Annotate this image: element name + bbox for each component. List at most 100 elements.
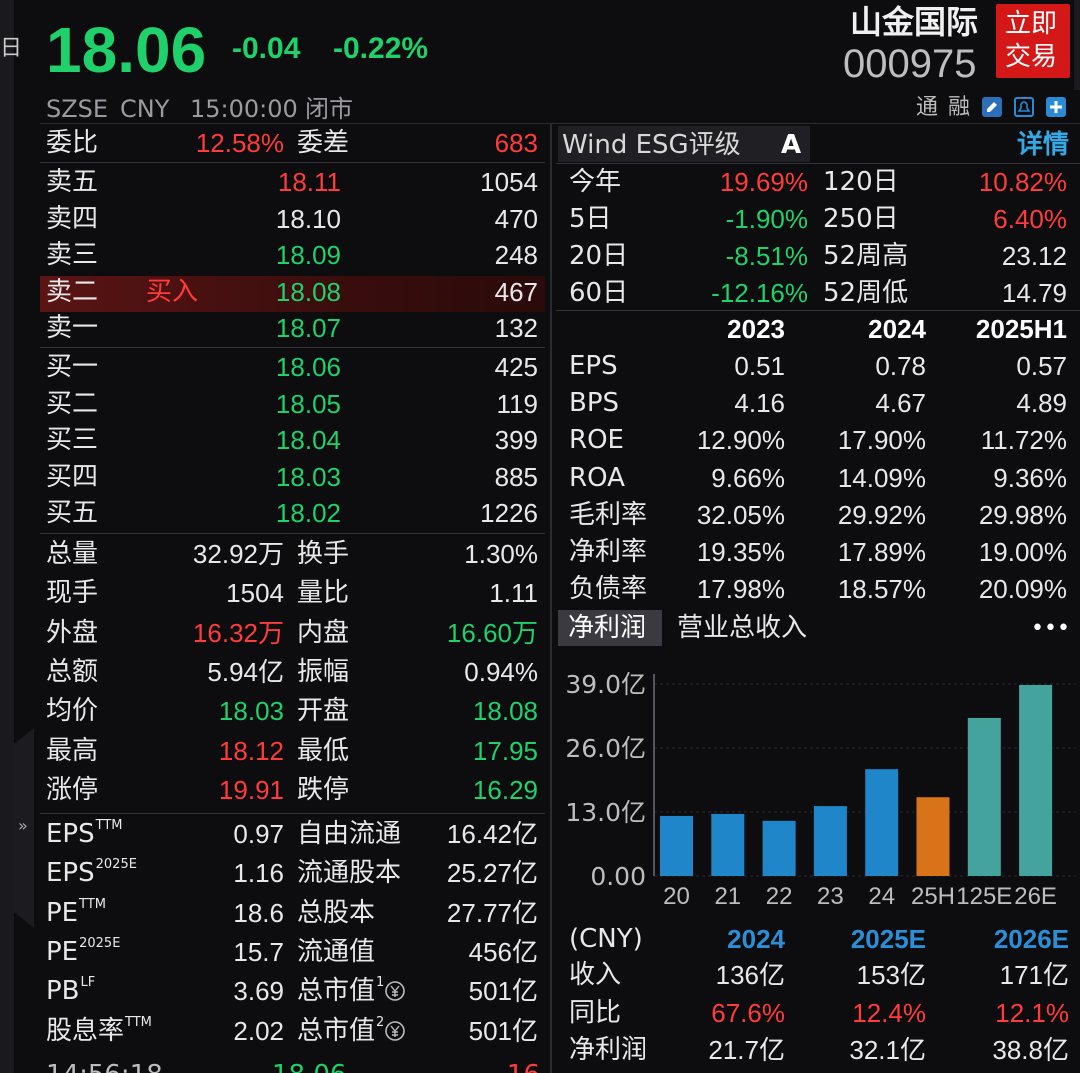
return-label: 今年 <box>569 167 622 197</box>
bar-23[interactable] <box>813 806 847 876</box>
stat-label: 涨停 <box>46 774 99 805</box>
stat-label: 总额 <box>46 656 99 687</box>
expand-icon[interactable]: » <box>18 818 28 834</box>
tag-tong: 通 <box>916 95 939 120</box>
valuation-value: 501亿 <box>468 976 538 1007</box>
market-status: 闭市 <box>305 95 353 123</box>
bid-volume: 425 <box>494 352 538 382</box>
bar-25H1[interactable] <box>916 797 950 876</box>
valuation-value: 0.97 <box>233 819 284 849</box>
return-value: 10.82% <box>978 167 1067 197</box>
valuation-label-text: 流通值 <box>297 936 376 967</box>
valuation-label-text: EPS <box>46 858 95 889</box>
trade-now-button[interactable]: 立即 交易 <box>996 4 1070 78</box>
valuation-label-superscript: 2025E <box>79 935 121 951</box>
order-ratio-value: 12.58% <box>195 128 284 158</box>
header-divider <box>40 123 1080 124</box>
stat-label: 换手 <box>297 539 350 569</box>
x-tick-label: 23 <box>817 883 844 910</box>
bar-26E[interactable] <box>1019 684 1053 876</box>
valuation-label: EPS2025E <box>46 857 137 889</box>
stat-value: 16.29 <box>472 774 538 805</box>
return-label: 60日 <box>569 278 629 308</box>
fin-cell: 0.78 <box>875 351 926 381</box>
tab-net-profit-label[interactable]: 净利润 <box>568 615 646 641</box>
ask-price: 18.09 <box>275 240 341 270</box>
add-watchlist-icon[interactable] <box>1046 97 1066 117</box>
stat-value: 17.95 <box>472 735 538 766</box>
fin-year-header: 2025H1 <box>975 314 1067 344</box>
stat-label: 总量 <box>46 539 99 569</box>
divider <box>40 347 545 348</box>
bid-price: 18.05 <box>275 388 341 419</box>
y-tick-label: 39.0亿 <box>565 670 646 699</box>
trade-now-line1: 立即 <box>1005 9 1058 39</box>
return-value: 19.69% <box>719 167 808 197</box>
divider <box>40 813 545 814</box>
valuation-label: PBLF <box>46 975 96 1004</box>
valuation-label-text: PE <box>46 936 79 967</box>
fin-cell: 29.98% <box>978 499 1067 530</box>
stat-label: 开盘 <box>297 696 350 727</box>
fin-cell: 11.72% <box>980 425 1067 456</box>
bar-25E[interactable] <box>967 717 1001 876</box>
fin-cell: 4.89 <box>1016 388 1067 419</box>
bar-24[interactable] <box>865 769 899 876</box>
x-tick-label: 125E <box>956 883 1012 910</box>
ask-level-label: 卖一 <box>46 313 99 343</box>
currency-circle-icon[interactable] <box>384 976 406 1006</box>
fin-row-label: EPS <box>569 351 618 381</box>
valuation-value: 15.7 <box>233 936 284 967</box>
tab-revenue[interactable]: 营业总收入 <box>677 615 807 641</box>
stat-label: 均价 <box>46 696 99 727</box>
stat-value: 19.91 <box>218 774 284 805</box>
price-change-pct: -0.22% <box>333 32 429 65</box>
more-options-icon[interactable]: ••• <box>1031 618 1070 640</box>
esg-grade: A <box>781 130 802 160</box>
bid-price: 18.04 <box>275 425 341 455</box>
valuation-label: PETTM <box>46 898 106 926</box>
bar-22[interactable] <box>762 820 796 876</box>
tick-price: 18.06 <box>272 1062 346 1073</box>
bid-level-label: 买三 <box>46 425 99 455</box>
valuation-label: 流通值 <box>297 939 375 965</box>
valuation-label: EPSTTM <box>46 819 123 847</box>
x-tick-label: 24 <box>868 883 895 910</box>
ask-price: 18.08 <box>275 276 341 307</box>
stat-value: 18.08 <box>472 696 538 727</box>
ask-price: 18.07 <box>275 313 341 343</box>
bid-level-label: 买五 <box>46 498 99 528</box>
trade-now-line2: 交易 <box>1005 42 1058 72</box>
stat-label: 外盘 <box>46 617 99 648</box>
edit-icon[interactable] <box>982 97 1002 117</box>
bid-volume: 885 <box>494 461 538 492</box>
divider <box>556 310 1080 311</box>
fin-year-header: 2024 <box>868 314 926 344</box>
forecast-cell: 12.4% <box>852 997 926 1028</box>
valuation-label: 股息率TTM <box>46 1016 152 1044</box>
y-tick-label: 13.0亿 <box>565 798 646 827</box>
currency-circle-icon[interactable] <box>384 1016 406 1046</box>
fin-cell: 9.36% <box>993 462 1067 493</box>
fin-cell: 14.09% <box>837 462 926 493</box>
valuation-value: 16.42亿 <box>446 819 538 849</box>
stat-value: 0.94% <box>464 656 538 687</box>
alert-bell-icon[interactable] <box>1014 97 1034 117</box>
forecast-cell: 67.6% <box>711 997 785 1028</box>
fin-cell: 0.51 <box>734 351 785 381</box>
valuation-label-superscript: 2025E <box>95 857 137 873</box>
fin-row-label: ROE <box>569 425 624 456</box>
fin-row-label: 净利率 <box>569 537 648 567</box>
valuation-value: 27.77亿 <box>446 897 538 928</box>
valuation-label-text: 自由流通 <box>297 819 402 849</box>
bar-20[interactable] <box>660 815 693 876</box>
price-change: -0.04 <box>232 32 301 65</box>
valuation-label: 总股本 <box>297 900 375 926</box>
bar-21[interactable] <box>711 813 745 876</box>
valuation-label: PE2025E <box>46 935 121 967</box>
return-value: -12.16% <box>711 278 808 308</box>
stat-label: 内盘 <box>297 617 350 648</box>
esg-detail-link[interactable]: 详情 <box>1017 132 1069 158</box>
forecast-cell: 171亿 <box>999 960 1069 990</box>
valuation-label-superscript: LF <box>80 975 96 991</box>
